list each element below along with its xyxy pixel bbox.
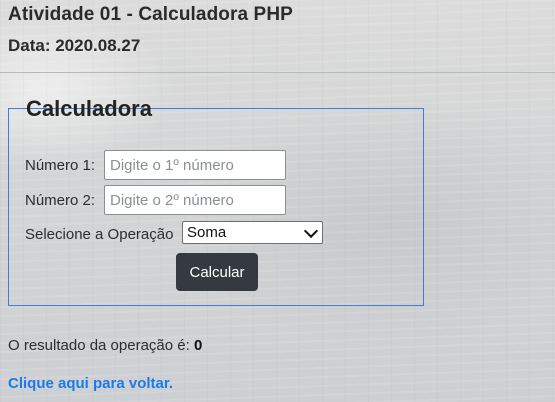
calculate-button[interactable]: Calcular [176, 253, 258, 291]
number2-label: Número 2: [25, 192, 96, 209]
operation-label: Selecione a Operação [25, 226, 174, 243]
number1-input[interactable] [104, 150, 286, 180]
chevron-down-icon [303, 223, 319, 238]
page-title: Atividade 01 - Calculadora PHP [8, 4, 293, 25]
result-value: 0 [193, 337, 203, 354]
operation-select[interactable]: Soma [182, 221, 323, 244]
result-text: O resultado da operação é: 0 [8, 337, 202, 354]
header-divider [0, 72, 555, 73]
number2-input[interactable] [104, 185, 286, 215]
page-date: Data: 2020.08.27 [8, 36, 141, 55]
operation-selected-value: Soma [187, 224, 227, 241]
calculator-legend: Calculadora [26, 96, 152, 121]
number1-label: Número 1: [25, 157, 96, 174]
back-link[interactable]: Clique aqui para voltar. [8, 375, 173, 392]
result-prefix: O resultado da operação é: [8, 337, 190, 354]
